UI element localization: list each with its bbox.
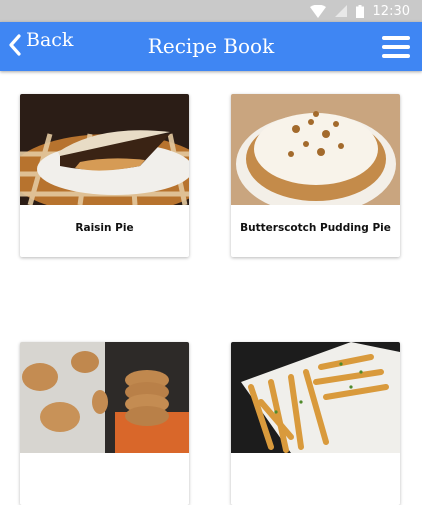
garlic-fries-photo (231, 342, 400, 453)
raisin-pie-photo (20, 94, 189, 205)
recipe-name (20, 453, 189, 505)
recipe-card[interactable] (20, 342, 189, 505)
recipe-name: Butterscotch Pudding Pie (240, 222, 391, 234)
recipe-card[interactable] (231, 342, 400, 505)
peanut-butter-cookies-photo (20, 342, 189, 453)
status-time: 12:30 (372, 3, 410, 19)
status-bar: 12:30 (0, 0, 422, 22)
recipe-card[interactable]: Raisin Pie (20, 94, 189, 257)
recipe-name (231, 453, 400, 505)
app-bar: Back Recipe Book (0, 22, 422, 71)
page-title: Recipe Book (147, 34, 275, 58)
hamburger-menu-icon[interactable] (382, 36, 410, 58)
recipe-name: Raisin Pie (75, 222, 134, 234)
signal-icon (334, 5, 347, 17)
wifi-icon (309, 4, 326, 18)
butterscotch-pudding-pie-photo (231, 94, 400, 205)
battery-icon (355, 4, 364, 18)
recipe-grid: Raisin Pie Butterscotch Pudding Pie (0, 71, 422, 505)
recipe-card[interactable]: Butterscotch Pudding Pie (231, 94, 400, 257)
